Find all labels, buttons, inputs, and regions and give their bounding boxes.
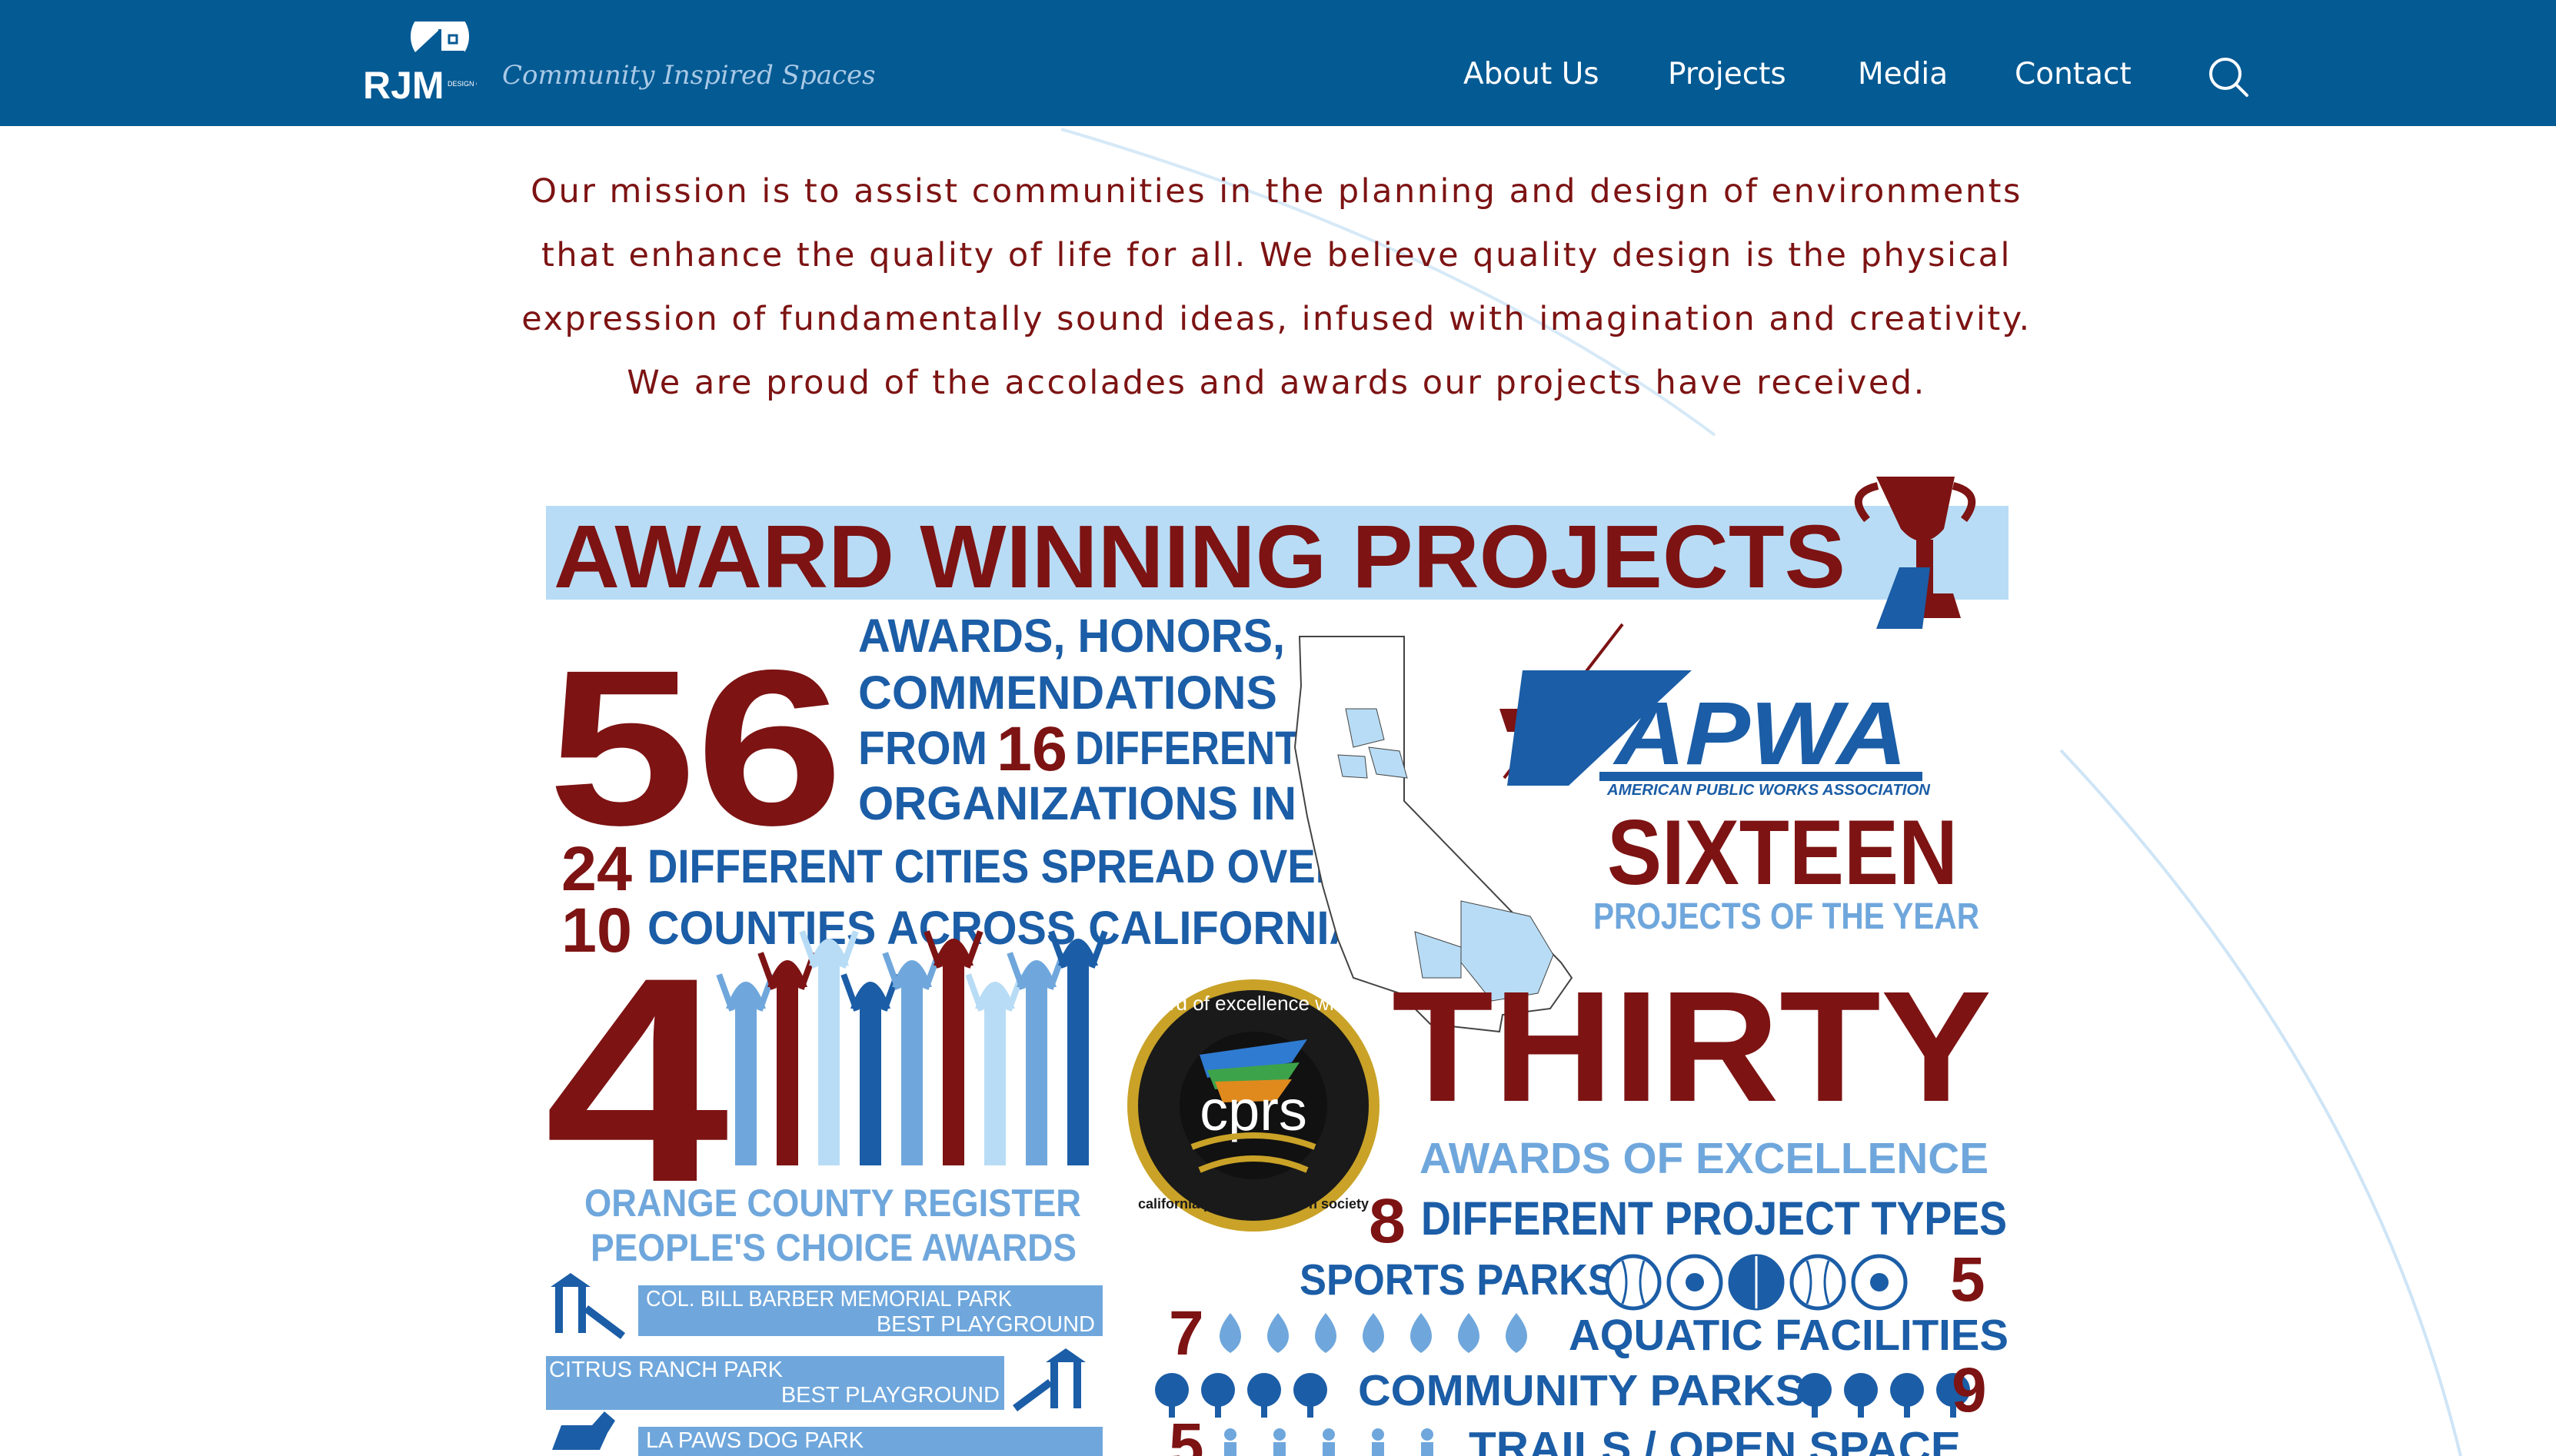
tree-icon bbox=[1293, 1373, 1327, 1418]
mission-line: We are proud of the accolades and awards… bbox=[627, 364, 1926, 402]
trails-label: TRAILS / OPEN SPACE bbox=[1469, 1423, 1961, 1456]
park-name: LA PAWS DOG PARK bbox=[646, 1428, 864, 1453]
hiker-icon bbox=[1224, 1428, 1236, 1456]
org-count: 16 bbox=[997, 714, 1067, 784]
mission-line: that enhance the quality of life for all… bbox=[541, 236, 2012, 274]
park-award: BEST PLAYGROUND bbox=[877, 1312, 1095, 1337]
water-drop-icon bbox=[1410, 1313, 1432, 1353]
soccer-icon bbox=[1666, 1254, 1723, 1311]
playground-icon bbox=[1013, 1348, 1086, 1412]
rjm-logo[interactable]: RJM DESIGN GROUP bbox=[361, 22, 477, 114]
apwa-name: AMERICAN PUBLIC WORKS ASSOCIATION bbox=[1606, 782, 1931, 799]
water-drop-icon bbox=[1458, 1313, 1479, 1353]
baseball-icon bbox=[1605, 1254, 1662, 1311]
apwa-subtitle: PROJECTS OF THE YEAR bbox=[1593, 896, 1979, 937]
cities-count: 24 bbox=[561, 834, 632, 904]
awards-line2: COMMENDATIONS bbox=[858, 667, 1277, 719]
park-name: COL. BILL BARBER MEMORIAL PARK bbox=[646, 1287, 1013, 1311]
awards-infographic: AWARD WINNING PROJECTS 56 AWARDS, HONORS… bbox=[544, 477, 2009, 1456]
water-drop-icon bbox=[1267, 1313, 1289, 1353]
logo-subtext: DESIGN GROUP bbox=[448, 80, 477, 88]
types-count: 8 bbox=[1369, 1186, 1406, 1256]
playground-icon bbox=[551, 1273, 625, 1339]
search-icon[interactable] bbox=[2205, 54, 2251, 100]
water-drop-icon bbox=[1315, 1313, 1336, 1353]
tree-icons bbox=[1798, 1373, 1970, 1418]
aquatic-label: AQUATIC FACILITIES bbox=[1569, 1311, 2009, 1360]
infographic-title: AWARD WINNING PROJECTS bbox=[554, 507, 1845, 607]
cities-text: DIFFERENT CITIES SPREAD OVER bbox=[647, 840, 1346, 893]
cprs-badge-top: award of excellence winner bbox=[1133, 992, 1374, 1015]
mission-line: expression of fundamentally sound ideas,… bbox=[521, 300, 2032, 338]
awards-from: FROM bbox=[858, 722, 987, 774]
types-text: DIFFERENT PROJECT TYPES bbox=[1421, 1192, 2007, 1245]
awards-line4: ORGANIZATIONS IN bbox=[858, 777, 1296, 829]
hiker-icon bbox=[1421, 1428, 1433, 1456]
park-name: CITRUS RANCH PARK bbox=[549, 1358, 784, 1382]
community-parks-label: COMMUNITY PARKS bbox=[1358, 1366, 1806, 1415]
site-header: RJM DESIGN GROUP Community Inspired Spac… bbox=[0, 0, 2556, 126]
awards-line3: DIFFERENT bbox=[1075, 722, 1300, 774]
tree-icon bbox=[1890, 1373, 1924, 1418]
logo-text: RJM bbox=[363, 64, 444, 107]
nav-media[interactable]: Media bbox=[1858, 57, 1948, 91]
apwa-logo: APWA bbox=[1499, 623, 1922, 786]
water-drop-icon bbox=[1220, 1313, 1241, 1353]
apwa-count: SIXTEEN bbox=[1607, 801, 1958, 904]
site-tagline: Community Inspired Spaces bbox=[502, 60, 876, 91]
counties-text: COUNTIES ACROSS CALIFORNIA bbox=[647, 902, 1361, 954]
awards-line1: AWARDS, HONORS, bbox=[858, 610, 1285, 662]
water-drop-icon bbox=[1506, 1313, 1527, 1353]
raised-hands-icon bbox=[716, 930, 1108, 1165]
tree-icon bbox=[1844, 1373, 1878, 1418]
hand-icon bbox=[965, 973, 1025, 1165]
trails-count: 5 bbox=[1169, 1411, 1204, 1456]
cprs-subtitle: AWARDS OF EXCELLENCE bbox=[1419, 1134, 1989, 1183]
hiker-icon bbox=[1372, 1428, 1384, 1456]
sports-parks-count: 5 bbox=[1950, 1245, 1985, 1315]
nav-projects[interactable]: Projects bbox=[1668, 57, 1786, 91]
soccer-icon bbox=[1851, 1254, 1908, 1311]
nav-contact[interactable]: Contact bbox=[2015, 57, 2132, 91]
basketball-icon bbox=[1728, 1254, 1785, 1311]
water-drop-icons bbox=[1220, 1313, 1527, 1353]
hiker-icon bbox=[1273, 1428, 1286, 1456]
hiker-icons bbox=[1224, 1428, 1433, 1456]
dog-icon bbox=[552, 1411, 615, 1450]
ocr-line1: ORANGE COUNTY REGISTER bbox=[584, 1182, 1081, 1225]
tree-icon bbox=[1247, 1373, 1281, 1418]
mission-statement: Our mission is to assist communities in … bbox=[431, 160, 2122, 415]
community-parks-count: 9 bbox=[1952, 1355, 1987, 1425]
sports-parks-label: SPORTS PARKS bbox=[1300, 1255, 1615, 1305]
ocr-line2: PEOPLE'S CHOICE AWARDS bbox=[591, 1226, 1077, 1269]
cprs-count: THIRTY bbox=[1392, 959, 1992, 1135]
mission-line: Our mission is to assist communities in … bbox=[531, 172, 2022, 211]
park-award: BEST PLAYGROUND bbox=[781, 1383, 1000, 1408]
baseball-icon bbox=[1789, 1254, 1846, 1311]
tree-icon bbox=[1201, 1373, 1235, 1418]
sports-balls-icons bbox=[1605, 1254, 1908, 1311]
cprs-badge: cprs award of excellence winner californ… bbox=[1127, 979, 1380, 1232]
water-drop-icon bbox=[1363, 1313, 1384, 1353]
aquatic-count: 7 bbox=[1169, 1298, 1204, 1368]
hand-icon bbox=[840, 973, 900, 1165]
hiker-icon bbox=[1323, 1428, 1335, 1456]
nav-about-us[interactable]: About Us bbox=[1463, 57, 1599, 91]
cprs-badge-bottom: california park & recreation society bbox=[1138, 1196, 1369, 1212]
apwa-logo-text: APWA bbox=[1612, 683, 1907, 783]
